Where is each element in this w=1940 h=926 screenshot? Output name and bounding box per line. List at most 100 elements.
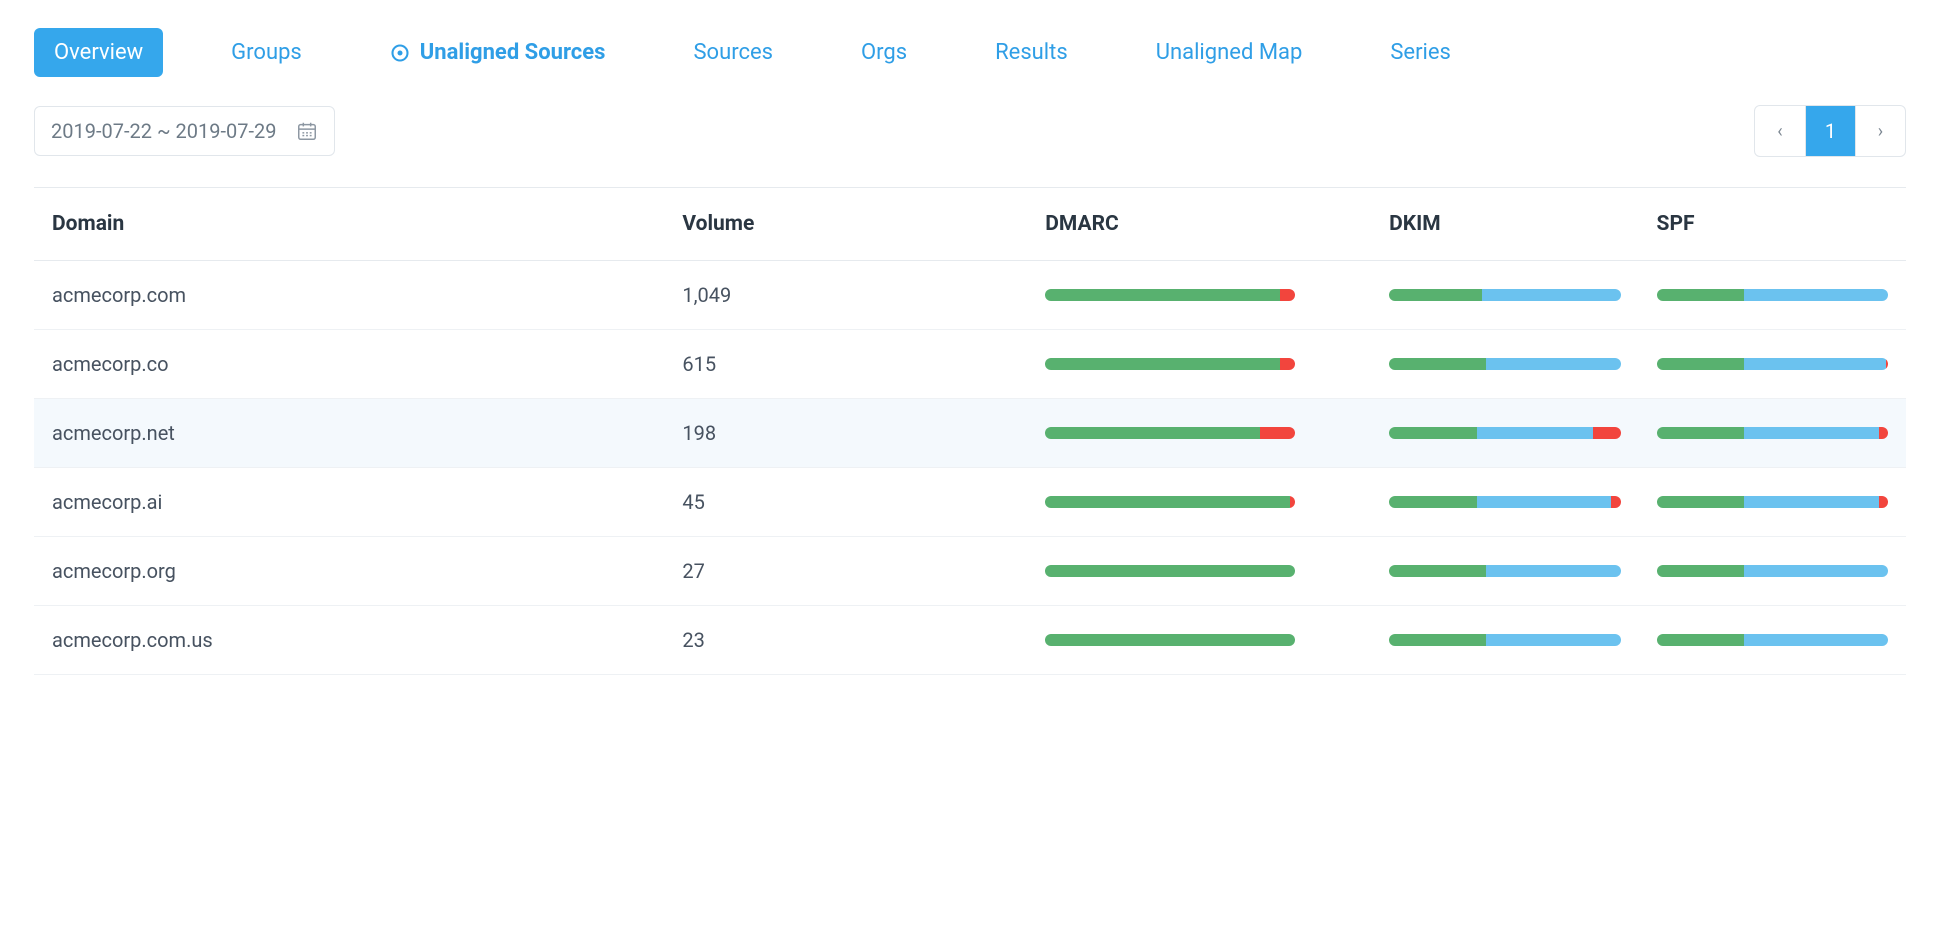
tab-unaligned-sources[interactable]: Unaligned Sources (370, 28, 626, 77)
dkim-cell (1371, 330, 1638, 399)
tab-results[interactable]: Results (975, 28, 1088, 77)
col-spf[interactable]: SPF (1639, 188, 1906, 261)
tab-groups[interactable]: Groups (211, 28, 322, 77)
tabs-bar: Overview Groups Unaligned Sources Source… (34, 28, 1906, 77)
bar-segment-red (1879, 427, 1888, 439)
spf-cell (1639, 606, 1906, 675)
dmarc-cell (1027, 261, 1371, 330)
bar-segment-blue (1744, 496, 1878, 508)
tab-unaligned-map[interactable]: Unaligned Map (1136, 28, 1323, 77)
bar-segment-green (1657, 358, 1745, 370)
bar-segment-green (1045, 358, 1280, 370)
bar-segment-green (1389, 496, 1477, 508)
domain-cell: acmecorp.org (34, 537, 664, 606)
bar-segment-red (1260, 427, 1295, 439)
tab-sources[interactable]: Sources (673, 28, 793, 77)
bar-segment-red (1290, 496, 1295, 508)
date-range-picker[interactable]: 2019-07-22 ~ 2019-07-29 (34, 106, 335, 156)
tab-orgs[interactable]: Orgs (841, 28, 927, 77)
col-volume[interactable]: Volume (664, 188, 1027, 261)
calendar-icon (296, 120, 318, 142)
pager-prev[interactable]: ‹ (1755, 106, 1805, 156)
pager-next[interactable]: › (1855, 106, 1905, 156)
tab-overview[interactable]: Overview (34, 28, 163, 77)
bar-segment-green (1389, 565, 1486, 577)
dkim-cell (1371, 537, 1638, 606)
status-bar (1389, 427, 1620, 439)
volume-cell: 615 (664, 330, 1027, 399)
bar-segment-green (1389, 358, 1486, 370)
status-bar (1045, 634, 1295, 646)
bar-segment-green (1045, 427, 1260, 439)
bar-segment-green (1045, 565, 1295, 577)
status-bar (1045, 289, 1295, 301)
dmarc-cell (1027, 606, 1371, 675)
spf-cell (1639, 399, 1906, 468)
bar-segment-blue (1744, 289, 1888, 301)
spf-cell (1639, 330, 1906, 399)
table-row[interactable]: acmecorp.ai45 (34, 468, 1906, 537)
bar-segment-blue (1477, 427, 1593, 439)
bar-segment-green (1389, 427, 1477, 439)
table-row[interactable]: acmecorp.com.us23 (34, 606, 1906, 675)
bar-segment-green (1389, 289, 1482, 301)
dmarc-cell (1027, 330, 1371, 399)
status-bar (1389, 496, 1620, 508)
bar-segment-green (1389, 634, 1486, 646)
status-bar (1389, 358, 1620, 370)
bar-segment-green (1657, 289, 1745, 301)
dmarc-cell (1027, 468, 1371, 537)
tab-label: Unaligned Sources (420, 40, 606, 65)
pager-page-1[interactable]: 1 (1805, 106, 1855, 156)
bar-segment-blue (1477, 496, 1611, 508)
dkim-cell (1371, 261, 1638, 330)
volume-cell: 23 (664, 606, 1027, 675)
bar-segment-green (1657, 565, 1745, 577)
volume-cell: 45 (664, 468, 1027, 537)
status-bar (1657, 427, 1888, 439)
bar-segment-blue (1486, 358, 1620, 370)
bar-segment-blue (1486, 565, 1620, 577)
table-row[interactable]: acmecorp.co615 (34, 330, 1906, 399)
tab-series[interactable]: Series (1370, 28, 1471, 77)
status-bar (1657, 565, 1888, 577)
volume-cell: 27 (664, 537, 1027, 606)
domain-cell: acmecorp.com.us (34, 606, 664, 675)
table-row[interactable]: acmecorp.com1,049 (34, 261, 1906, 330)
domain-cell: acmecorp.net (34, 399, 664, 468)
bar-segment-blue (1744, 565, 1888, 577)
status-bar (1045, 496, 1295, 508)
bar-segment-red (1611, 496, 1620, 508)
bar-segment-red (1886, 358, 1888, 370)
domain-cell: acmecorp.ai (34, 468, 664, 537)
bar-segment-red (1280, 358, 1295, 370)
toolbar: 2019-07-22 ~ 2019-07-29 ‹ 1 › (34, 105, 1906, 157)
status-bar (1389, 634, 1620, 646)
col-dmarc[interactable]: DMARC (1027, 188, 1371, 261)
bar-segment-green (1045, 496, 1290, 508)
pagination: ‹ 1 › (1754, 105, 1906, 157)
status-bar (1657, 496, 1888, 508)
dkim-cell (1371, 606, 1638, 675)
bar-segment-blue (1744, 427, 1878, 439)
bar-segment-blue (1482, 289, 1621, 301)
bar-segment-green (1045, 634, 1295, 646)
table-row[interactable]: acmecorp.net198 (34, 399, 1906, 468)
status-bar (1657, 289, 1888, 301)
dkim-cell (1371, 468, 1638, 537)
domains-table: Domain Volume DMARC DKIM SPF acmecorp.co… (34, 187, 1906, 675)
table-row[interactable]: acmecorp.org27 (34, 537, 1906, 606)
status-bar (1389, 289, 1620, 301)
bar-segment-red (1593, 427, 1621, 439)
col-domain[interactable]: Domain (34, 188, 664, 261)
status-bar (1657, 634, 1888, 646)
status-bar (1045, 358, 1295, 370)
dmarc-cell (1027, 399, 1371, 468)
spf-cell (1639, 537, 1906, 606)
col-dkim[interactable]: DKIM (1371, 188, 1638, 261)
domain-cell: acmecorp.co (34, 330, 664, 399)
domain-cell: acmecorp.com (34, 261, 664, 330)
bar-segment-green (1657, 427, 1745, 439)
bar-segment-red (1280, 289, 1295, 301)
bar-segment-green (1657, 496, 1745, 508)
